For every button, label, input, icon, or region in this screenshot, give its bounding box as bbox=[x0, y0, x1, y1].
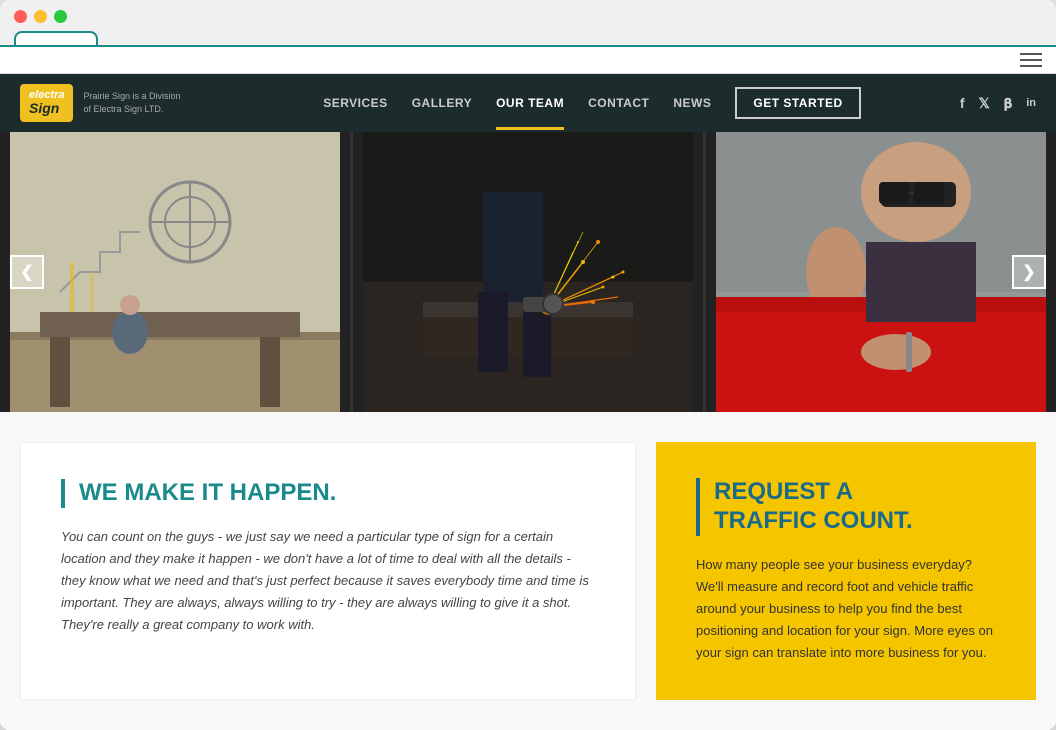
browser-window: electra Sign Prairie Sign is a Division … bbox=[0, 0, 1056, 730]
browser-tabs bbox=[14, 31, 1042, 45]
social-icons: f 𝕏 𝛃 in bbox=[960, 95, 1036, 112]
carousel-image-workshop bbox=[0, 132, 350, 412]
nav-services[interactable]: SERVICES bbox=[323, 76, 387, 130]
logo-sign: Sign bbox=[29, 101, 64, 116]
get-started-button[interactable]: GET STARTED bbox=[735, 87, 860, 119]
testimonial-body: You can count on the guys - we just say … bbox=[61, 526, 595, 636]
testimonial-title: WE MAKE IT HAPPEN. bbox=[61, 479, 595, 508]
site-content: electra Sign Prairie Sign is a Division … bbox=[0, 74, 1056, 730]
carousel-prev-button[interactable]: ❮ bbox=[10, 255, 44, 289]
testimonial-section: WE MAKE IT HAPPEN. You can count on the … bbox=[20, 442, 636, 700]
minimize-dot[interactable] bbox=[34, 10, 47, 23]
traffic-count-body: How many people see your business everyd… bbox=[696, 554, 996, 664]
logo-area: electra Sign Prairie Sign is a Division … bbox=[20, 84, 240, 121]
site-header: electra Sign Prairie Sign is a Division … bbox=[0, 74, 1056, 132]
twitter-icon[interactable]: 𝕏 bbox=[979, 95, 990, 112]
facebook-icon[interactable]: f bbox=[960, 95, 965, 111]
logo-tagline: Prairie Sign is a Division of Electra Si… bbox=[83, 90, 180, 115]
maximize-dot[interactable] bbox=[54, 10, 67, 23]
browser-dots bbox=[14, 10, 1042, 23]
nav-news[interactable]: NEWS bbox=[673, 76, 711, 130]
traffic-count-section: REQUEST A TRAFFIC COUNT. How many people… bbox=[656, 442, 1036, 700]
nav-gallery[interactable]: GALLERY bbox=[412, 76, 472, 130]
browser-tab[interactable] bbox=[14, 31, 98, 45]
main-nav: SERVICES GALLERY OUR TEAM CONTACT NEWS G… bbox=[240, 76, 944, 130]
close-dot[interactable] bbox=[14, 10, 27, 23]
traffic-count-title: REQUEST A TRAFFIC COUNT. bbox=[696, 478, 996, 536]
linkedin-icon[interactable]: in bbox=[1026, 97, 1036, 109]
nav-our-team[interactable]: OUR TEAM bbox=[496, 76, 564, 130]
browser-toolbar bbox=[0, 47, 1056, 74]
carousel-next-button[interactable]: ❯ bbox=[1012, 255, 1046, 289]
content-sections: WE MAKE IT HAPPEN. You can count on the … bbox=[0, 412, 1056, 730]
browser-chrome bbox=[0, 0, 1056, 47]
hero-carousel: ❮ bbox=[0, 132, 1056, 412]
carousel-image-person bbox=[706, 132, 1056, 412]
logo-badge: electra Sign bbox=[20, 84, 73, 121]
nav-contact[interactable]: CONTACT bbox=[588, 76, 649, 130]
pinterest-icon[interactable]: 𝛃 bbox=[1004, 95, 1012, 112]
carousel-image-sparks bbox=[353, 132, 703, 412]
hamburger-menu-icon[interactable] bbox=[1020, 53, 1042, 67]
